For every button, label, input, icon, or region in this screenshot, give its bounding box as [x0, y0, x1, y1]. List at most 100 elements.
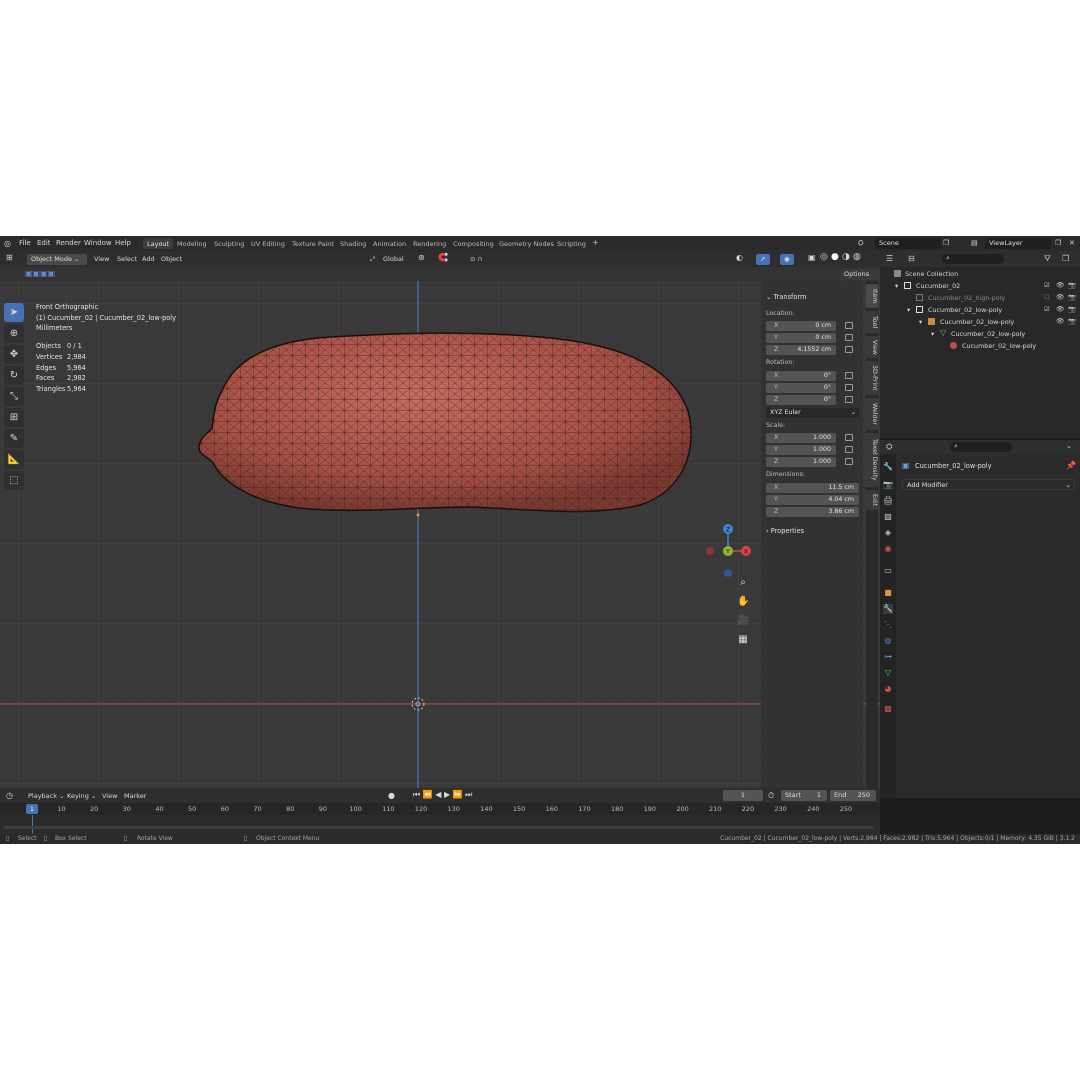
current-frame-field[interactable]: 1 — [723, 790, 763, 801]
clock-icon[interactable]: ⏱ — [768, 791, 774, 801]
3d-viewport[interactable]: ⊞ Object Mode ⌄ View Select Add Object ⤢… — [0, 251, 880, 798]
rotation-x-field[interactable]: X 0° — [766, 371, 836, 381]
view-layer-tab-icon[interactable]: ▨ — [883, 512, 893, 522]
overlay-toggle-icon[interactable]: ◉ — [780, 254, 794, 265]
gizmo-toggle-icon[interactable]: ↗ — [756, 254, 770, 265]
tab-texel-density[interactable]: Texel Density — [866, 433, 878, 487]
proportional-edit-icon[interactable]: ⊙ ∩ — [470, 255, 482, 263]
tab-edit[interactable]: Edit — [866, 490, 878, 510]
zoom-icon[interactable]: ⌕ — [737, 573, 749, 592]
rotation-y-field[interactable]: Y 0° — [766, 383, 836, 393]
location-z-field[interactable]: Z 4.1552 cm — [766, 345, 836, 355]
shading-wire-icon[interactable]: ◎ — [820, 252, 828, 262]
output-tab-icon[interactable]: 🖨 — [883, 496, 893, 506]
outliner-row-mesh-data[interactable]: ▾ ▽ Cucumber_02_low-poly — [880, 328, 1080, 340]
tab-view[interactable]: View — [866, 336, 878, 358]
pan-hand-icon[interactable]: ✋ — [737, 592, 749, 611]
outliner-row-material[interactable]: Cucumber_02_low-poly — [880, 340, 1080, 352]
shading-material-icon[interactable]: ◑ — [842, 252, 850, 262]
annotate-tool-icon[interactable]: ✎ — [4, 429, 24, 448]
menu-view[interactable]: View — [94, 255, 109, 263]
editor-type-icon[interactable]: ⊞ — [6, 253, 13, 262]
menu-select[interactable]: Select — [117, 255, 137, 263]
add-cube-tool-icon[interactable]: ⬚ — [4, 471, 24, 490]
lock-icon[interactable] — [845, 396, 853, 403]
physics-tab-icon[interactable]: ◎ — [883, 636, 893, 646]
scale-y-field[interactable]: Y 1.000 — [766, 445, 836, 455]
lock-icon[interactable] — [845, 322, 853, 329]
scene-selector[interactable]: Scene — [875, 238, 941, 249]
workspace-tab-modeling[interactable]: Modeling — [173, 238, 211, 249]
tab-3d-print[interactable]: 3D-Print — [866, 361, 878, 395]
playback-controls[interactable]: ⏮ ⏪ ◀ ▶ ⏩ ⏭ — [413, 790, 472, 800]
scene-tab-icon[interactable]: ◈ — [883, 528, 893, 538]
rotate-tool-icon[interactable]: ↻ — [4, 366, 24, 385]
navigation-gizmo[interactable]: Z Y X — [698, 521, 758, 581]
workspace-tab-sculpting[interactable]: Sculpting — [210, 238, 248, 249]
snap-icon[interactable]: 🧲 — [438, 253, 448, 262]
checkbox-icon[interactable]: ☑ — [1044, 281, 1050, 289]
timeline-scrollbar[interactable] — [4, 826, 874, 829]
lock-icon[interactable] — [845, 458, 853, 465]
workspace-tab-compositing[interactable]: Compositing — [449, 238, 498, 249]
camera-icon[interactable]: 📷 — [1068, 317, 1076, 325]
workspace-tab-layout[interactable]: Layout — [143, 238, 174, 249]
view-layer-selector[interactable]: ViewLayer — [985, 238, 1051, 249]
lock-icon[interactable] — [845, 434, 853, 441]
data-tab-icon[interactable]: ▽ — [883, 668, 893, 678]
ortho-grid-icon[interactable]: ▦ — [737, 630, 749, 649]
lock-icon[interactable] — [845, 384, 853, 391]
camera-view-icon[interactable]: 🎥 — [737, 611, 749, 630]
workspace-tab-texture-paint[interactable]: Texture Paint — [288, 238, 338, 249]
menu-help[interactable]: Help — [115, 239, 131, 247]
shading-rendered-icon[interactable]: ◍ — [853, 252, 861, 262]
editor-type-icon[interactable]: ☰ — [886, 254, 893, 263]
lock-icon[interactable] — [845, 346, 853, 353]
lock-icon[interactable] — [845, 334, 853, 341]
expand-chevron-icon[interactable]: ▾ — [919, 318, 922, 326]
eye-icon[interactable]: 👁 — [1056, 281, 1064, 289]
eye-icon[interactable]: 👁 — [1056, 293, 1064, 301]
add-modifier-dropdown[interactable]: Add Modifier ⌄ — [902, 479, 1075, 490]
dimension-y-field[interactable]: Y 4.04 cm — [766, 495, 859, 505]
menu-view[interactable]: View — [102, 792, 117, 800]
move-tool-icon[interactable]: ✥ — [4, 345, 24, 364]
eye-icon[interactable]: 👁 — [1056, 305, 1064, 313]
options-dropdown[interactable]: Options ⌄ — [840, 269, 880, 286]
workspace-tab-shading[interactable]: Shading — [336, 238, 370, 249]
scale-x-field[interactable]: X 1.000 — [766, 433, 836, 443]
blender-logo-icon[interactable]: ◎ — [4, 239, 11, 248]
record-icon[interactable]: ● — [388, 791, 395, 800]
render-tab-icon[interactable]: 📷 — [883, 480, 893, 490]
menu-render[interactable]: Render — [56, 239, 81, 247]
pin-icon[interactable]: 📌 — [1066, 461, 1076, 470]
checkbox-icon[interactable]: ☐ — [1044, 293, 1050, 301]
camera-icon[interactable]: 📷 — [1068, 305, 1076, 313]
object-mode-selector[interactable]: Object Mode ⌄ — [27, 254, 87, 265]
properties-search-input[interactable]: ⌕ — [950, 442, 1012, 452]
menu-playback[interactable]: Playback ⌄ — [28, 792, 65, 800]
timeline-ruler[interactable]: 1 10 20 30 40 50 60 70 80 90 100 110 120 130 140 150 160… — [0, 803, 880, 815]
lock-icon[interactable] — [845, 372, 853, 379]
collection-tab-icon[interactable]: ▭ — [883, 566, 893, 576]
material-tab-icon[interactable]: ◕ — [883, 684, 893, 694]
texture-tab-icon[interactable]: ▩ — [883, 704, 893, 714]
camera-icon[interactable]: 📷 — [1068, 281, 1076, 289]
display-mode-icon[interactable]: ⊟ — [908, 254, 915, 263]
visibility-icon[interactable]: ◐ — [736, 253, 743, 262]
transform-orientation-selector[interactable]: Global — [383, 255, 404, 263]
particles-tab-icon[interactable]: ⋱ — [883, 620, 893, 630]
pivot-icon[interactable]: ⊛ — [418, 253, 425, 262]
start-frame-field[interactable]: Start 1 — [781, 790, 827, 801]
rotation-mode-select[interactable]: XYZ Euler ⌄ — [766, 408, 859, 418]
expand-chevron-icon[interactable]: ▾ — [895, 282, 898, 290]
workspace-tab-scripting[interactable]: Scripting — [553, 238, 590, 249]
expand-chevron-icon[interactable]: ▾ — [931, 330, 934, 338]
cursor-tool-icon[interactable]: ⊕ — [4, 324, 24, 343]
modifier-tab-icon[interactable]: 🔧 — [883, 604, 893, 614]
expand-chevron-icon[interactable]: ▾ — [907, 306, 910, 314]
scale-z-field[interactable]: Z 1.000 — [766, 457, 836, 467]
workspace-tab-rendering[interactable]: Rendering — [409, 238, 450, 249]
outliner-row[interactable]: ▾ Cucumber_02 ☑ 👁 📷 — [880, 280, 1080, 292]
outliner-row-object[interactable]: ▾ Cucumber_02_low-poly 👁 📷 — [880, 316, 1080, 328]
